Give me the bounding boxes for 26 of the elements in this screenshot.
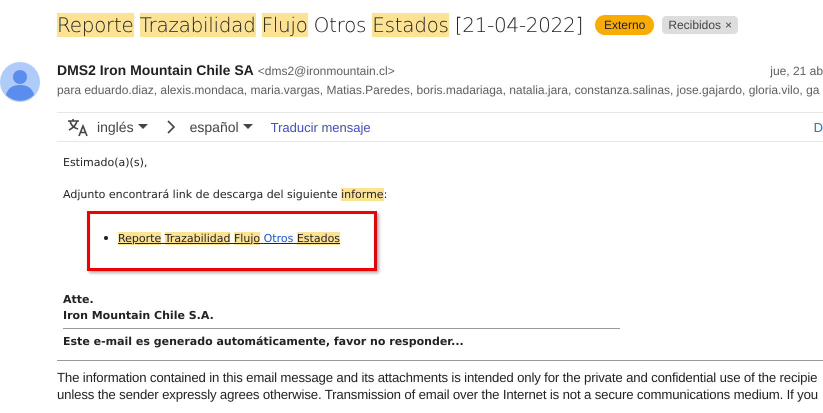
avatar-icon (0, 62, 40, 102)
email-date: jue, 21 ab (770, 64, 823, 78)
sender-email: <dms2@ironmountain.cl> (258, 64, 395, 78)
intro-text: Adjunto encontrará link de descarga del siguiente informe: (63, 188, 388, 201)
caret-icon (138, 124, 148, 130)
remove-label-button[interactable]: × (725, 18, 732, 32)
greeting: Estimado(a)(s), (63, 156, 148, 169)
toolbar-link[interactable]: D (814, 120, 823, 134)
source-language-dropdown[interactable]: inglés (97, 119, 148, 135)
auto-notice: Este e-mail es generado automáticamente, favor no responder... (63, 335, 465, 348)
translate-link[interactable]: Traducir mensaje (270, 120, 371, 134)
signoff: Atte. (63, 293, 95, 306)
translate-icon[interactable] (67, 117, 89, 137)
disclaimer-text: The information contained in this email message and its attachments is intended only for the private and confidential use of the recipie (57, 369, 818, 386)
caret-icon (242, 124, 253, 130)
bullet-icon (104, 236, 108, 240)
recipients: para eduardo.diaz, alexis.mondaca, maria.vargas, Matias.Paredes, boris.madariaga, natalia.jara, constanza.salinas, jose.gajardo, gloria.vilo, ga (57, 83, 820, 97)
disclaimer-text: unless the sender expressly agrees otherwise. Transmission of email over the Internet is not a secure communications medium. If you (57, 386, 818, 403)
chevron-right-icon (166, 120, 176, 134)
company-name: Iron Mountain Chile S.A. (63, 309, 215, 322)
report-link[interactable]: Reporte Trazabilidad Flujo Otros Estados (118, 232, 340, 244)
label-chip[interactable]: Recibidos × (662, 16, 738, 34)
email-subject: Reporte Trazabilidad Flujo Otros Estados [21-04-2022] (57, 13, 583, 37)
target-language-dropdown[interactable]: español (190, 119, 253, 135)
label-chip[interactable]: Externo (594, 15, 654, 35)
sender-name: DMS2 Iron Mountain Chile SA (57, 62, 254, 78)
